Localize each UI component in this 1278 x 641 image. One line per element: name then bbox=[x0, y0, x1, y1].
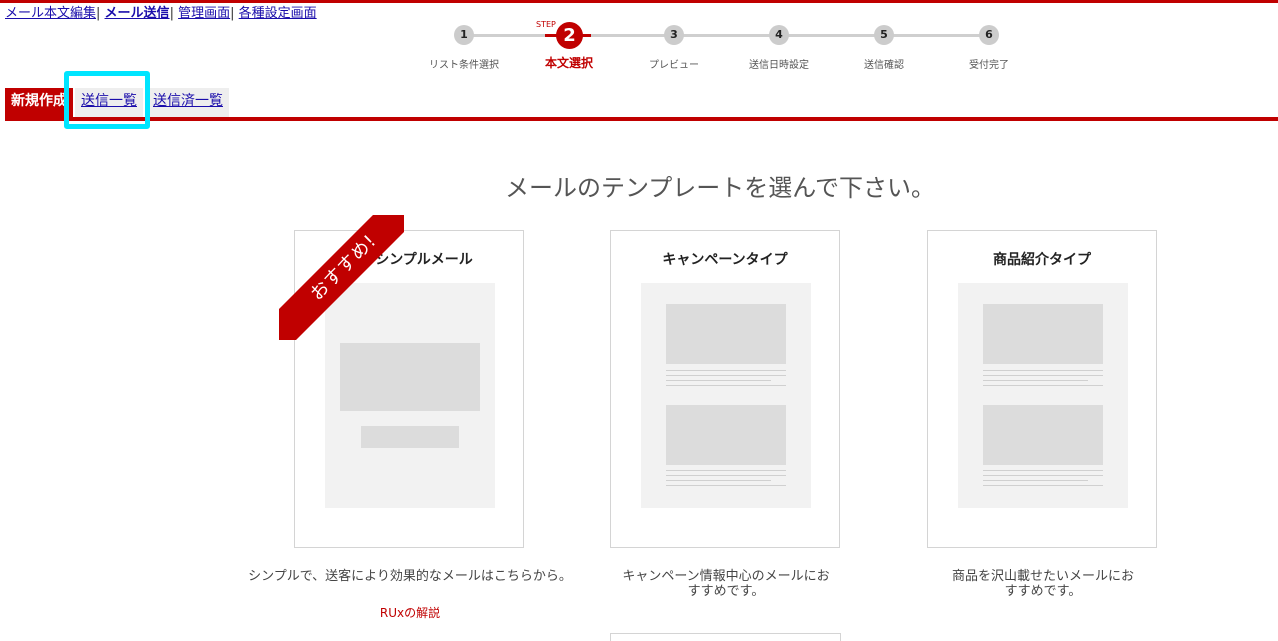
step-2-circle: 2 bbox=[556, 22, 583, 49]
recommend-ribbon: おすすめ! bbox=[279, 215, 404, 340]
preview-button-block bbox=[361, 426, 459, 448]
recommend-ribbon-label: おすすめ! bbox=[279, 215, 404, 340]
rux-explain-link[interactable]: RUxの解説 bbox=[240, 604, 580, 621]
step-5-circle: 5 bbox=[874, 25, 894, 45]
step-1-circle: 1 bbox=[454, 25, 474, 45]
preview-text-line bbox=[983, 385, 1103, 386]
preview-text-line bbox=[666, 485, 786, 486]
page-heading: メールのテンプレートを選んで下さい。 bbox=[504, 174, 936, 202]
template-card-campaign[interactable]: キャンペーンタイプ bbox=[610, 230, 840, 548]
highlight-box bbox=[64, 71, 150, 129]
step-3-label: プレビュー bbox=[649, 60, 699, 71]
step-6-label: 受付完了 bbox=[969, 60, 1009, 71]
template-preview bbox=[641, 283, 811, 508]
tab-sent-list[interactable]: 送信済一覧 bbox=[147, 88, 229, 117]
preview-text-line bbox=[666, 380, 771, 381]
preview-text-line bbox=[666, 375, 786, 376]
preview-text-line bbox=[666, 475, 786, 476]
preview-text-line bbox=[983, 480, 1088, 481]
preview-text-line bbox=[983, 470, 1103, 471]
tab-underline bbox=[5, 117, 1278, 121]
step-2-label: 本文選択 bbox=[544, 56, 593, 70]
step-6-circle: 6 bbox=[979, 25, 999, 45]
step-3-circle: 3 bbox=[664, 25, 684, 45]
tab-new[interactable]: 新規作成 bbox=[5, 88, 73, 117]
template-preview bbox=[958, 283, 1128, 508]
preview-text-line bbox=[666, 470, 786, 471]
card-description-products: 商品を沢山載せたいメールにおすすめです。 bbox=[873, 569, 1213, 599]
preview-image-block bbox=[340, 343, 480, 411]
template-card-partial bbox=[610, 633, 841, 641]
preview-text-line bbox=[983, 475, 1103, 476]
preview-text-line bbox=[666, 370, 786, 371]
step-tag: STEP bbox=[536, 20, 556, 29]
card-title: キャンペーンタイプ bbox=[662, 252, 788, 268]
step-indicator: STEP 1 2 3 4 5 6 リスト条件選択 本文選択 プレビュー 送信日時… bbox=[0, 0, 1278, 80]
tab-sent-list-link[interactable]: 送信済一覧 bbox=[153, 93, 223, 109]
preview-text-line bbox=[666, 385, 786, 386]
preview-text-line bbox=[983, 375, 1103, 376]
card-description-products-text: 商品を沢山載せたいメールにおすすめです。 bbox=[951, 569, 1134, 599]
step-4-circle: 4 bbox=[769, 25, 789, 45]
step-4-label: 送信日時設定 bbox=[749, 60, 809, 71]
preview-image-block bbox=[666, 304, 786, 364]
tab-bar: 新規作成 送信一覧 送信済一覧 bbox=[0, 88, 1278, 121]
preview-text-line bbox=[666, 480, 771, 481]
step-connector bbox=[591, 34, 989, 37]
preview-text-line bbox=[983, 485, 1103, 486]
preview-image-block bbox=[983, 304, 1103, 364]
template-card-products[interactable]: 商品紹介タイプ bbox=[927, 230, 1157, 548]
step-1-label: リスト条件選択 bbox=[429, 60, 499, 71]
step-5-label: 送信確認 bbox=[864, 60, 904, 71]
card-description-simple: シンプルで、送客により効果的なメールはこちらから。 bbox=[248, 569, 572, 584]
card-description-campaign: キャンペーン情報中心のメールにおすすめです。 bbox=[556, 569, 896, 599]
card-title: 商品紹介タイプ bbox=[993, 252, 1091, 268]
preview-text-line bbox=[983, 370, 1103, 371]
card-description-campaign-text: キャンペーン情報中心のメールにおすすめです。 bbox=[622, 569, 830, 599]
preview-image-block bbox=[666, 405, 786, 465]
preview-text-line bbox=[983, 380, 1088, 381]
preview-image-block bbox=[983, 405, 1103, 465]
